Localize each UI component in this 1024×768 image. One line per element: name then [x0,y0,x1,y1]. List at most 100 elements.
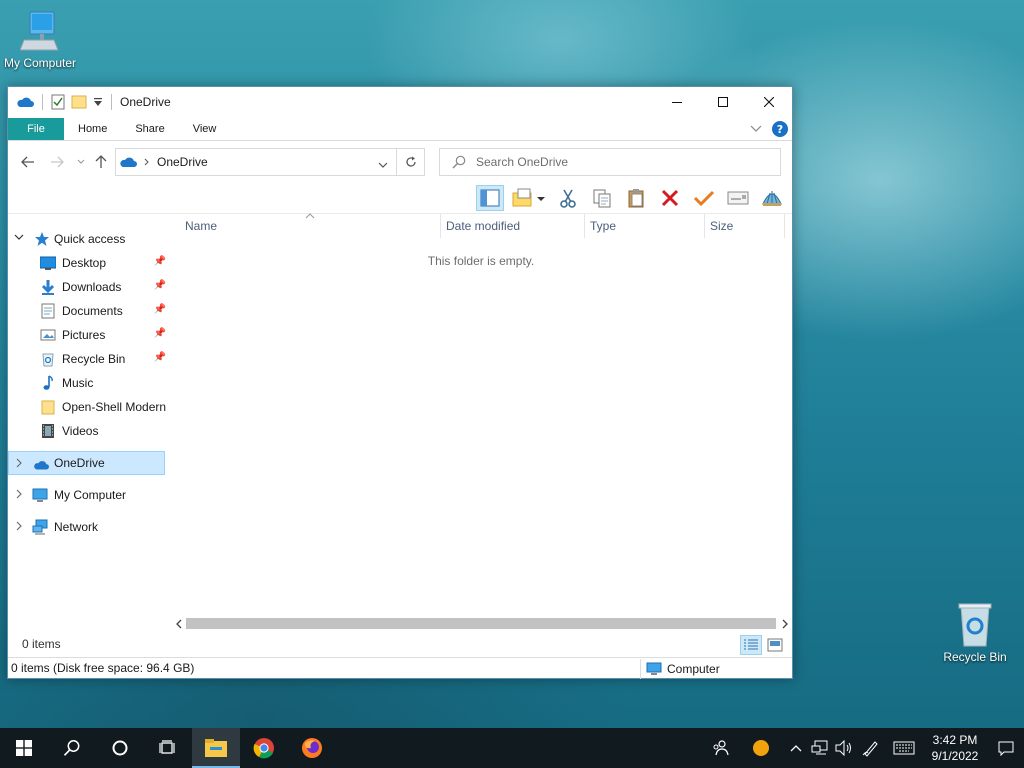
sidebar-item-label: Open-Shell Modern [62,400,167,414]
help-icon[interactable]: ? [772,121,788,137]
desktop-my-computer-icon[interactable]: My Computer [0,10,80,70]
chrome-taskbar-button[interactable] [240,728,288,768]
new-folder-icon[interactable] [71,94,87,110]
svg-text:?: ? [777,123,783,136]
checkmark-icon [693,190,715,207]
recent-locations-button[interactable] [72,153,90,171]
column-header-size[interactable]: Size [704,214,784,238]
sidebar-item-quick-access[interactable]: Quick access [8,227,168,251]
clock[interactable]: 3:42 PM 9/1/2022 [922,732,988,764]
ribbon-tabs: File Home Share View ? [8,118,792,141]
sidebar-item-recycle-bin[interactable]: Recycle Bin 📌 [8,347,168,371]
sidebar-item-my-computer[interactable]: My Computer [8,483,168,507]
clock-date: 9/1/2022 [931,749,979,763]
file-explorer-taskbar-button[interactable] [192,728,240,768]
arrow-up-icon [95,155,107,168]
horizontal-scrollbar[interactable] [170,615,792,631]
search-icon [452,155,466,169]
address-location[interactable]: OneDrive [157,155,208,169]
email-icon [727,191,749,205]
shell-settings-button[interactable] [758,185,786,211]
disk-free-space: 0 items (Disk free space: 96.4 GB) [11,661,195,675]
expand-ribbon-icon[interactable] [750,125,762,133]
paste-button[interactable] [622,185,650,211]
tab-home[interactable]: Home [64,118,121,140]
sidebar-item-music[interactable]: Music [8,371,168,395]
tab-share[interactable]: Share [121,118,178,140]
search-box[interactable]: Search OneDrive [439,148,781,176]
computer-icon [20,11,59,51]
chevron-down-icon [378,162,388,168]
email-button[interactable] [724,185,752,211]
desktop-recycle-bin-icon[interactable]: Recycle Bin [935,602,1015,664]
column-header-date-modified[interactable]: Date modified [440,214,584,238]
show-hidden-icons-button[interactable] [784,728,808,768]
column-header-type[interactable]: Type [584,214,704,238]
copy-button[interactable] [588,185,616,211]
tab-view[interactable]: View [179,118,231,140]
forward-button[interactable] [48,153,66,171]
back-button[interactable] [19,153,37,171]
touch-keyboard-button[interactable] [886,728,922,768]
people-button[interactable] [702,728,738,768]
sidebar-item-pictures[interactable]: Pictures 📌 [8,323,168,347]
start-button[interactable] [0,728,48,768]
search-icon [63,740,80,756]
documents-icon [41,303,55,319]
customize-qat-icon[interactable] [93,97,103,107]
address-bar[interactable]: OneDrive [115,148,425,176]
column-header-name[interactable]: Name [170,214,440,238]
scroll-left-icon[interactable] [174,619,184,629]
navigation-pane-button[interactable] [476,185,504,211]
sidebar-item-videos[interactable]: Videos [8,419,168,443]
large-icons-view-button[interactable] [764,635,786,655]
sidebar-item-label: Videos [62,424,99,438]
tab-file[interactable]: File [8,118,64,140]
downloads-icon [41,280,55,295]
refresh-button[interactable] [396,149,424,175]
sidebar-item-downloads[interactable]: Downloads 📌 [8,275,168,299]
music-icon [43,375,53,390]
pen-workspace-button[interactable] [856,728,886,768]
cortana-icon [112,740,128,756]
properties-button[interactable] [690,185,718,211]
status-bar: 0 items [8,635,792,655]
volume-button[interactable] [832,728,856,768]
action-center-button[interactable] [988,728,1024,768]
pin-icon: 📌 [153,304,166,315]
chevron-right-icon[interactable] [14,458,24,468]
orange-tray-app-button[interactable] [738,728,784,768]
sidebar-item-onedrive[interactable]: OneDrive [8,451,165,475]
up-button[interactable] [92,153,110,171]
sidebar-item-documents[interactable]: Documents 📌 [8,299,168,323]
arrow-right-icon [51,156,64,168]
sidebar-item-network[interactable]: Network [8,515,168,539]
cortana-button[interactable] [96,728,144,768]
videos-icon [42,424,54,438]
minimize-button[interactable] [654,87,700,117]
desktop-icon-label: Recycle Bin [943,650,1007,664]
properties-icon[interactable] [51,94,65,110]
maximize-button[interactable] [700,87,746,117]
chevron-right-icon[interactable] [14,521,24,531]
close-button[interactable] [746,87,792,117]
folder-options-button[interactable] [510,185,548,211]
chevron-down-icon[interactable] [14,233,24,243]
network-tray-button[interactable] [808,728,832,768]
sidebar-item-label: Pictures [62,328,106,342]
scrollbar-thumb[interactable] [186,618,776,629]
sidebar-item-open-shell-modern[interactable]: Open-Shell Modern [8,395,168,419]
cut-button[interactable] [554,185,582,211]
details-view-button[interactable] [740,635,762,655]
file-list[interactable]: Name Date modified Type Size This folder… [170,213,792,614]
sidebar-item-desktop[interactable]: Desktop 📌 [8,251,168,275]
delete-button[interactable] [656,185,684,211]
scroll-right-icon[interactable] [780,619,790,629]
task-view-button[interactable] [144,728,192,768]
search-button[interactable] [48,728,96,768]
minimize-icon [672,102,682,103]
firefox-taskbar-button[interactable] [288,728,336,768]
chevron-right-icon[interactable] [14,489,24,499]
chevron-down-icon [77,159,85,164]
address-dropdown-button[interactable] [378,157,388,171]
